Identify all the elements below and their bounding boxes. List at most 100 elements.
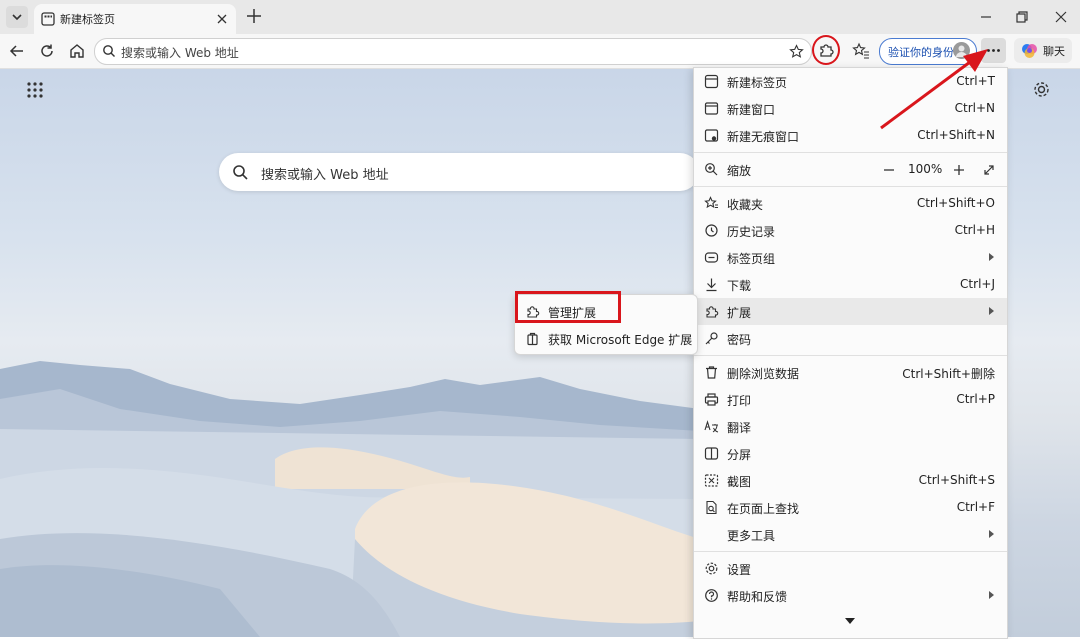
menu-shortcut: Ctrl+H	[954, 223, 995, 237]
scroll-down-arrow-icon[interactable]	[844, 616, 856, 626]
search-icon	[233, 165, 248, 180]
menu-label: 打印	[727, 394, 752, 408]
tab-title: 新建标签页	[60, 13, 115, 26]
menu-item-settings[interactable]: 设置	[694, 555, 1007, 582]
menu-item-zoom: 缩放 100%	[694, 156, 1007, 183]
menu-shortcut: Ctrl+Shift+删除	[902, 367, 995, 381]
fullscreen-expand-icon[interactable]	[982, 163, 996, 177]
new-tab-plus-icon[interactable]	[245, 7, 263, 25]
zoom-in-plus-icon[interactable]	[952, 163, 966, 177]
address-bar[interactable]: 搜索或输入 Web 地址	[94, 38, 812, 65]
screenshot-icon	[704, 474, 719, 487]
newtab-search-placeholder: 搜索或输入 Web 地址	[261, 168, 389, 183]
menu-item-help-and-feedback[interactable]: 帮助和反馈	[694, 582, 1007, 609]
favorites-icon	[704, 196, 718, 209]
submenu-arrow-icon	[989, 591, 994, 599]
chevron-down-icon	[12, 14, 22, 21]
menu-label: 历史记录	[727, 225, 776, 239]
close-icon[interactable]	[215, 12, 229, 26]
find-on-page-icon	[706, 500, 717, 515]
address-placeholder: 搜索或输入 Web 地址	[121, 46, 239, 60]
printer-icon	[704, 393, 719, 406]
restore-icon[interactable]	[1014, 9, 1030, 25]
tab-list-dropdown-button[interactable]	[6, 6, 28, 28]
new-tab-page-icon	[41, 12, 55, 26]
menu-label: 标签页组	[727, 252, 776, 266]
menu-label: 更多工具	[727, 529, 776, 543]
download-icon	[706, 278, 717, 292]
trash-icon	[706, 366, 717, 379]
history-clock-icon	[705, 224, 718, 237]
translate-icon	[704, 420, 719, 433]
zoom-magnifier-icon	[705, 163, 718, 176]
zoom-out-minus-icon[interactable]	[882, 163, 896, 177]
annotation-arrow-icon	[880, 49, 988, 130]
new-window-icon	[704, 102, 719, 115]
menu-item-split-screen[interactable]: 分屏	[694, 440, 1007, 467]
menu-item-downloads[interactable]: 下载 Ctrl+J	[694, 271, 1007, 298]
menu-label: 新建无痕窗口	[727, 130, 800, 144]
inprivate-window-icon	[704, 129, 719, 142]
menu-shortcut: Ctrl+Shift+O	[916, 196, 995, 210]
menu-item-passwords[interactable]: 密码	[694, 325, 1007, 352]
minimize-icon[interactable]	[978, 9, 994, 25]
menu-item-print[interactable]: 打印 Ctrl+P	[694, 386, 1007, 413]
menu-label: 收藏夹	[727, 198, 764, 212]
menu-label: 帮助和反馈	[727, 590, 788, 604]
newtab-search-box[interactable]: 搜索或输入 Web 地址	[219, 153, 699, 191]
star-icon[interactable]	[789, 44, 804, 59]
copilot-chat-button[interactable]: 聊天	[1014, 38, 1072, 63]
submenu-item-get-extensions[interactable]: 获取 Microsoft Edge 扩展	[515, 325, 697, 352]
menu-item-favorites[interactable]: 收藏夹 Ctrl+Shift+O	[694, 190, 1007, 217]
menu-shortcut: Ctrl+F	[956, 500, 995, 514]
settings-and-more-menu: 新建标签页 Ctrl+T 新建窗口 Ctrl+N 新建无痕窗口 Ctrl+Shi…	[693, 67, 1008, 639]
menu-item-tab-groups[interactable]: 标签页组	[694, 244, 1007, 271]
tab-strip: 新建标签页	[0, 0, 1080, 34]
annotation-highlight-circle	[812, 35, 840, 65]
zoom-level: 100%	[908, 162, 943, 176]
apps-launcher-grid-icon[interactable]	[26, 81, 44, 99]
submenu-label: 获取 Microsoft Edge 扩展	[548, 333, 693, 347]
close-window-icon[interactable]	[1053, 9, 1069, 25]
refresh-icon[interactable]	[38, 42, 56, 60]
menu-divider	[694, 551, 1007, 552]
menu-divider	[694, 355, 1007, 356]
menu-label: 新建窗口	[727, 103, 776, 117]
menu-label: 截图	[727, 475, 752, 489]
menu-item-clear-browsing-data[interactable]: 删除浏览数据 Ctrl+Shift+删除	[694, 359, 1007, 386]
search-icon	[103, 45, 115, 57]
help-question-icon	[705, 589, 718, 602]
menu-label: 新建标签页	[727, 76, 788, 90]
menu-item-more-tools[interactable]: 更多工具	[694, 521, 1007, 548]
chat-label: 聊天	[1043, 45, 1065, 58]
store-bag-icon	[527, 332, 538, 346]
menu-item-screenshot[interactable]: 截图 Ctrl+Shift+S	[694, 467, 1007, 494]
menu-label: 删除浏览数据	[727, 367, 800, 381]
menu-label: 密码	[727, 333, 752, 347]
page-settings-gear-icon[interactable]	[1032, 80, 1051, 99]
menu-label: 下载	[727, 279, 752, 293]
new-tab-icon	[704, 74, 719, 89]
gear-icon	[705, 562, 718, 575]
menu-item-find-on-page[interactable]: 在页面上查找 Ctrl+F	[694, 494, 1007, 521]
submenu-arrow-icon	[989, 307, 994, 315]
tab-new-tab[interactable]: 新建标签页	[34, 4, 236, 34]
menu-item-extensions[interactable]: 扩展	[694, 298, 1007, 325]
key-icon	[705, 332, 718, 345]
menu-label: 在页面上查找	[727, 502, 800, 516]
favorites-star-list-icon[interactable]	[852, 42, 870, 60]
menu-shortcut: Ctrl+J	[960, 277, 995, 291]
extensions-puzzle-icon	[706, 306, 719, 318]
menu-item-history[interactable]: 历史记录 Ctrl+H	[694, 217, 1007, 244]
menu-label: 分屏	[727, 448, 752, 462]
submenu-arrow-icon	[989, 530, 994, 538]
submenu-arrow-icon	[989, 253, 994, 261]
home-icon[interactable]	[68, 42, 86, 60]
split-screen-icon	[704, 447, 719, 460]
menu-label: 扩展	[727, 306, 752, 320]
menu-label: 设置	[727, 563, 752, 577]
copilot-icon	[1022, 44, 1037, 58]
menu-item-translate[interactable]: 翻译	[694, 413, 1007, 440]
menu-shortcut: Ctrl+P	[956, 392, 995, 406]
back-arrow-icon[interactable]	[8, 42, 26, 60]
